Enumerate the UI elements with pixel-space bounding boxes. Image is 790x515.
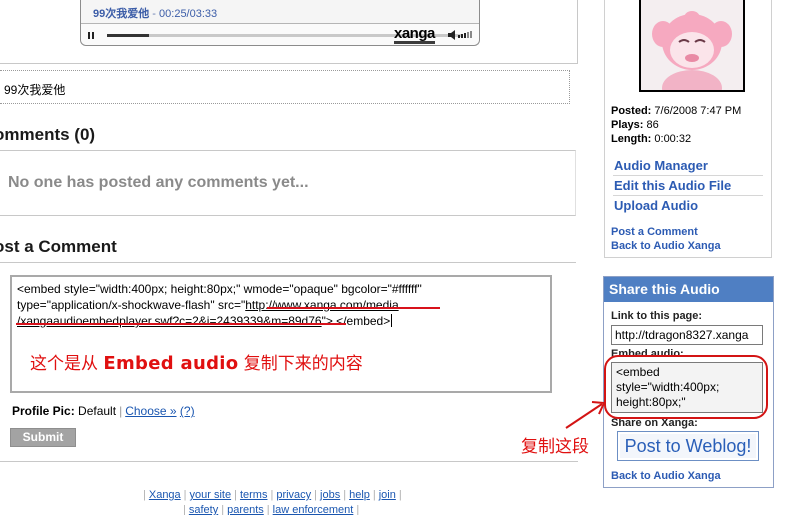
footer-link-safety[interactable]: safety xyxy=(189,504,218,515)
player-time: 00:25/03:33 xyxy=(159,8,218,20)
textarea-url-part-1: http://www.xanga.com/media xyxy=(245,298,399,312)
share-back-to-audio-xanga-link[interactable]: Back to Audio Xanga xyxy=(611,470,721,482)
pink-monkey-icon xyxy=(641,0,743,90)
length-label: Length: xyxy=(611,133,652,145)
submit-button[interactable]: Submit xyxy=(10,428,76,447)
footer-link-terms[interactable]: terms xyxy=(240,489,268,501)
annotation-embed-note: 这个是从 Embed audio 复制下来的内容 xyxy=(30,349,363,374)
length-row: Length: 0:00:32 xyxy=(611,132,741,146)
comments-heading: omments (0) xyxy=(0,125,96,144)
text-caret xyxy=(391,314,393,327)
annotation-part-2: 复制下来的内容 xyxy=(238,354,363,374)
audio-caption: 99次我爱他 xyxy=(4,83,66,97)
annotation-arrow-icon xyxy=(565,401,606,429)
footer-row-1: | Xanga | your site | terms | privacy | jobs | help… xyxy=(140,489,405,501)
textarea-line-2-text: type="application/x-shockwave-flash" src… xyxy=(17,298,246,312)
audio-panel: 99次我爱他 - 00:25/03:33 xanga xyxy=(0,0,578,64)
footer-link-jobs[interactable]: jobs xyxy=(320,489,340,501)
pipe-separator: | xyxy=(270,489,274,501)
annotation-copy-this: 复制这段 xyxy=(521,437,589,457)
pipe-separator: | xyxy=(119,404,123,418)
footer-link-parents[interactable]: parents xyxy=(227,504,264,515)
comments-list: No one has posted any comments yet... xyxy=(0,150,576,216)
red-underline-2 xyxy=(16,323,346,325)
audio-player: 99次我爱他 - 00:25/03:33 xanga xyxy=(80,0,480,46)
audio-caption-box: 99次我爱他 xyxy=(0,70,570,104)
pipe-separator: | xyxy=(398,489,402,501)
plays-value: 86 xyxy=(646,119,659,131)
help-link[interactable]: (?) xyxy=(180,404,195,418)
posted-label: Posted: xyxy=(611,105,652,117)
footer-link-help[interactable]: help xyxy=(349,489,370,501)
footer-link-law-enforcement[interactable]: law enforcement xyxy=(273,504,354,515)
footer-row-2: | safety | parents | law enforcement | xyxy=(180,504,362,515)
upload-audio-link[interactable]: Upload Audio xyxy=(613,196,763,216)
pipe-separator: | xyxy=(356,504,360,515)
post-comment-heading: ost a Comment xyxy=(0,237,117,256)
pipe-separator: | xyxy=(143,489,146,501)
textarea-url-part-2: /xangaaudioembedplayer.swf?c=2&i=2439339… xyxy=(17,314,322,328)
edit-audio-file-link[interactable]: Edit this Audio File xyxy=(613,176,763,196)
pipe-separator: | xyxy=(234,489,237,501)
annotation-ellipse xyxy=(604,355,768,419)
textarea-line-2: type="application/x-shockwave-flash" src… xyxy=(17,297,545,313)
player-track-info: 99次我爱他 - 00:25/03:33 xyxy=(93,5,217,21)
sidebar-small-links: Post a Comment Back to Audio Xanga xyxy=(611,225,721,253)
back-to-audio-xanga-link[interactable]: Back to Audio Xanga xyxy=(611,239,721,253)
textarea-line-3: /xangaaudioembedplayer.swf?c=2&i=2439339… xyxy=(17,313,545,329)
post-a-comment-link[interactable]: Post a Comment xyxy=(611,225,721,239)
no-comments-message: No one has posted any comments yet... xyxy=(8,174,309,191)
footer-link-join[interactable]: join xyxy=(379,489,396,501)
post-to-weblog-button[interactable]: Post to Weblog! xyxy=(617,431,759,461)
audio-info-sidebar: Posted: 7/6/2008 7:47 PM Plays: 86 Lengt… xyxy=(604,0,772,258)
audio-meta: Posted: 7/6/2008 7:47 PM Plays: 86 Lengt… xyxy=(611,104,741,146)
divider xyxy=(0,262,576,263)
plays-row: Plays: 86 xyxy=(611,118,741,132)
link-to-page-label: Link to this page: xyxy=(611,310,703,322)
profile-pic-label: Profile Pic: xyxy=(12,404,75,418)
annotation-bold: Embed audio xyxy=(103,353,239,374)
xanga-logo[interactable]: xanga xyxy=(394,26,435,44)
audio-manager-link[interactable]: Audio Manager xyxy=(613,156,763,176)
pipe-separator: | xyxy=(221,504,225,515)
footer-link-xanga[interactable]: Xanga xyxy=(149,489,181,501)
length-value: 0:00:32 xyxy=(654,133,692,145)
textarea-line-3-text: "> </embed> xyxy=(321,314,391,328)
plays-label: Plays: xyxy=(611,119,644,131)
audio-thumbnail[interactable] xyxy=(639,0,745,92)
profile-pic-value: Default xyxy=(78,404,117,418)
footer-link-privacy[interactable]: privacy xyxy=(276,489,311,501)
volume-icon[interactable] xyxy=(448,29,474,41)
comment-textarea[interactable]: <embed style="width:400px; height:80px;"… xyxy=(10,275,552,393)
pipe-separator: | xyxy=(183,489,187,501)
audio-links: Audio Manager Edit this Audio File Uploa… xyxy=(613,156,763,216)
player-track-title: 99次我爱他 xyxy=(93,8,150,20)
pipe-separator: | xyxy=(314,489,318,501)
red-underline-1 xyxy=(267,307,440,309)
divider xyxy=(0,461,578,462)
posted-row: Posted: 7/6/2008 7:47 PM xyxy=(611,104,741,118)
pipe-separator: | xyxy=(183,504,186,515)
textarea-line-1: <embed style="width:400px; height:80px;"… xyxy=(17,282,422,296)
profile-pic-row: Profile Pic: Default | Choose » (?) xyxy=(12,404,195,418)
annotation-part-1: 这个是从 xyxy=(30,354,104,374)
link-to-page-input[interactable]: http://tdragon8327.xanga xyxy=(611,325,763,345)
player-controls: xanga xyxy=(81,23,479,45)
choose-link[interactable]: Choose » xyxy=(125,404,176,418)
pipe-separator: | xyxy=(266,504,270,515)
posted-value: 7/6/2008 7:47 PM xyxy=(654,105,742,117)
footer-link-your-site[interactable]: your site xyxy=(190,489,232,501)
pipe-separator: | xyxy=(372,489,376,501)
progress-fill xyxy=(107,34,149,37)
player-separator: - xyxy=(149,8,160,20)
pause-icon[interactable] xyxy=(88,32,94,39)
pipe-separator: | xyxy=(343,489,347,501)
share-header: Share this Audio xyxy=(604,277,773,302)
